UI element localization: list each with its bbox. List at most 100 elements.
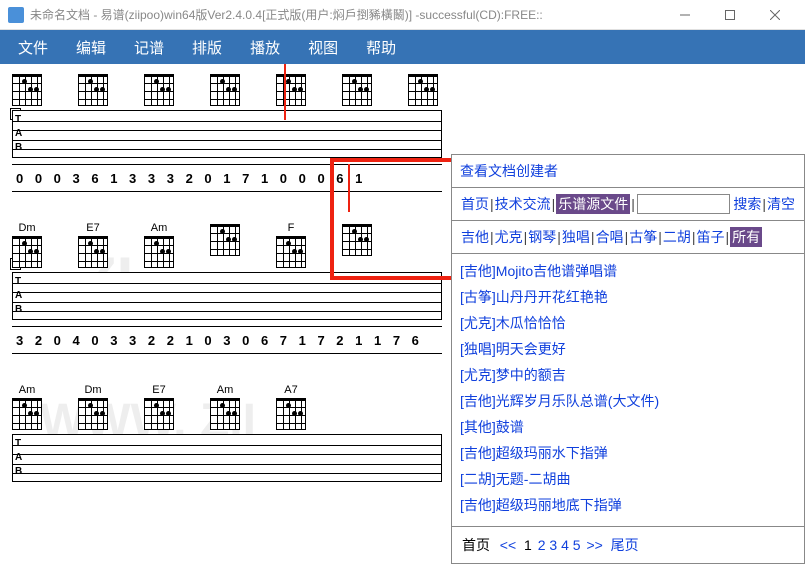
minimize-button[interactable]	[662, 0, 707, 30]
category-尤克[interactable]: 尤克	[495, 227, 523, 247]
chord-diagram[interactable]	[342, 72, 372, 106]
category-独唱[interactable]: 独唱	[562, 227, 590, 247]
category-二胡[interactable]: 二胡	[663, 227, 691, 247]
titlebar: 未命名文档 - 易谱(ziipoo)win64版Ver2.4.0.4[正式版(用…	[0, 0, 805, 30]
nav-search[interactable]: 搜索	[733, 194, 761, 214]
song-link[interactable]: [吉他]Mojito吉他谱弹唱谱	[460, 263, 617, 279]
menu-记谱[interactable]: 记谱	[120, 29, 178, 66]
chord-label: E7	[152, 384, 165, 396]
pager-last[interactable]: 尾页	[611, 537, 639, 553]
window-title: 未命名文档 - 易谱(ziipoo)win64版Ver2.4.0.4[正式版(用…	[30, 6, 662, 23]
pager-next[interactable]: >>	[586, 537, 602, 553]
chord-diagram[interactable]: F	[276, 222, 306, 268]
maximize-button[interactable]	[707, 0, 752, 30]
nav-home[interactable]: 首页	[461, 194, 489, 214]
menu-文件[interactable]: 文件	[4, 29, 62, 66]
menu-编辑[interactable]: 编辑	[62, 29, 120, 66]
chord-label: Am	[19, 384, 36, 396]
chord-diagram[interactable]: Dm	[78, 384, 108, 430]
chord-diagram[interactable]: E7	[78, 222, 108, 268]
chord-diagram[interactable]	[342, 222, 372, 268]
chord-diagram[interactable]	[144, 72, 174, 106]
chord-diagram[interactable]: Am	[12, 384, 42, 430]
chord-label: E7	[86, 222, 99, 234]
chord-row: Dm E7 Am F	[12, 222, 450, 268]
chord-row	[12, 72, 450, 106]
chord-diagram[interactable]	[276, 72, 306, 106]
tab-staff[interactable]: TAB	[12, 272, 442, 320]
number-notation-row[interactable]: 3 2 0 4 0 3 3 2 2 1 0 3 0 6 7 1 7 2 1 1 …	[12, 326, 442, 354]
menu-帮助[interactable]: 帮助	[352, 29, 410, 66]
score-canvas[interactable]: ZI WWW. ZII 1TAB0 0 0 3 6 1 3 3 3 2 0 1 …	[0, 64, 450, 575]
pager-prev[interactable]: <<	[500, 537, 516, 553]
nav-tech[interactable]: 技术交流	[495, 194, 551, 214]
tab-staff[interactable]: TAB	[12, 110, 442, 158]
chord-diagram[interactable]: Am	[144, 222, 174, 268]
pager-current: 1	[524, 537, 532, 553]
chord-diagram[interactable]	[210, 72, 240, 106]
song-link[interactable]: [吉他]超级玛丽水下指弹	[460, 445, 608, 461]
pager: 首页 << 1 2 3 4 5 >> 尾页	[452, 527, 804, 563]
creator-row: 查看文档创建者	[452, 155, 804, 188]
nav-score-source[interactable]: 乐谱源文件	[556, 194, 630, 214]
category-钢琴[interactable]: 钢琴	[528, 227, 556, 247]
song-list-item: [独唱]明天会更好	[460, 336, 796, 362]
chord-diagram[interactable]: A7	[276, 384, 306, 430]
category-古筝[interactable]: 古筝	[629, 227, 657, 247]
category-row: 吉他|尤克|钢琴|独唱|合唱|古筝|二胡|笛子|所有	[452, 221, 804, 254]
chord-diagram[interactable]	[78, 72, 108, 106]
playhead-marker	[284, 64, 286, 120]
close-button[interactable]	[752, 0, 797, 30]
side-panel: 查看文档创建者 首页| 技术交流| 乐谱源文件| 搜索| 清空 吉他|尤克|钢琴…	[451, 154, 805, 564]
chord-diagram[interactable]	[210, 222, 240, 268]
tab-staff[interactable]: TAB	[12, 434, 442, 482]
song-list-item: [吉他]Mojito吉他谱弹唱谱	[460, 258, 796, 284]
chord-diagram[interactable]	[12, 72, 42, 106]
playhead-marker	[348, 164, 350, 212]
song-link[interactable]: [尤克]梦中的额吉	[460, 367, 566, 383]
song-list-item: [二胡]无题-二胡曲	[460, 466, 796, 492]
chord-label: Dm	[84, 384, 101, 396]
chord-label: A7	[284, 384, 297, 396]
song-link[interactable]: [尤克]木瓜恰恰恰	[460, 315, 566, 331]
song-list-item: [吉他]超级玛丽地底下指弹	[460, 492, 796, 518]
song-list-item: [尤克]梦中的额吉	[460, 362, 796, 388]
song-link[interactable]: [二胡]无题-二胡曲	[460, 471, 570, 487]
nav-clear[interactable]: 清空	[767, 194, 795, 214]
chord-diagram[interactable]: Am	[210, 384, 240, 430]
song-link[interactable]: [独唱]明天会更好	[460, 341, 566, 357]
chord-label: Am	[151, 222, 168, 234]
number-notation-row[interactable]: 0 0 0 3 6 1 3 3 3 2 0 1 7 1 0 0 0 6 1	[12, 164, 442, 192]
chord-diagram[interactable]: E7	[144, 384, 174, 430]
menu-排版[interactable]: 排版	[178, 29, 236, 66]
chord-label: F	[288, 222, 295, 234]
song-link[interactable]: [吉他]光辉岁月乐队总谱(大文件)	[460, 393, 659, 409]
category-笛子[interactable]: 笛子	[696, 227, 724, 247]
category-吉他[interactable]: 吉他	[461, 227, 489, 247]
pager-page-3[interactable]: 3	[549, 537, 557, 553]
app-logo-icon	[8, 7, 24, 23]
song-list: [吉他]Mojito吉他谱弹唱谱 [古筝]山丹丹开花红艳艳 [尤克]木瓜恰恰恰 [独唱…	[452, 254, 804, 527]
chord-diagram[interactable]	[408, 72, 438, 106]
pager-page-2[interactable]: 2	[538, 537, 546, 553]
song-list-item: [吉他]超级玛丽水下指弹	[460, 440, 796, 466]
content-area: ZI WWW. ZII 1TAB0 0 0 3 6 1 3 3 3 2 0 1 …	[0, 64, 805, 575]
category-所有[interactable]: 所有	[730, 227, 762, 247]
menu-视图[interactable]: 视图	[294, 29, 352, 66]
song-list-item: [其他]鼓谱	[460, 414, 796, 440]
song-link[interactable]: [吉他]超级玛丽地底下指弹	[460, 497, 622, 513]
chord-diagram[interactable]: Dm	[12, 222, 42, 268]
chord-row: Am Dm E7 Am A7	[12, 384, 450, 430]
pager-home: 首页	[462, 537, 490, 553]
chord-label: Dm	[18, 222, 35, 234]
song-list-item: [古筝]山丹丹开花红艳艳	[460, 284, 796, 310]
pager-page-5[interactable]: 5	[573, 537, 581, 553]
menu-播放[interactable]: 播放	[236, 29, 294, 66]
song-link[interactable]: [其他]鼓谱	[460, 419, 524, 435]
pager-page-4[interactable]: 4	[561, 537, 569, 553]
category-合唱[interactable]: 合唱	[596, 227, 624, 247]
nav-row: 首页| 技术交流| 乐谱源文件| 搜索| 清空	[452, 188, 804, 221]
search-input[interactable]	[637, 194, 730, 214]
song-link[interactable]: [古筝]山丹丹开花红艳艳	[460, 289, 608, 305]
creator-link[interactable]: 查看文档创建者	[460, 161, 558, 181]
